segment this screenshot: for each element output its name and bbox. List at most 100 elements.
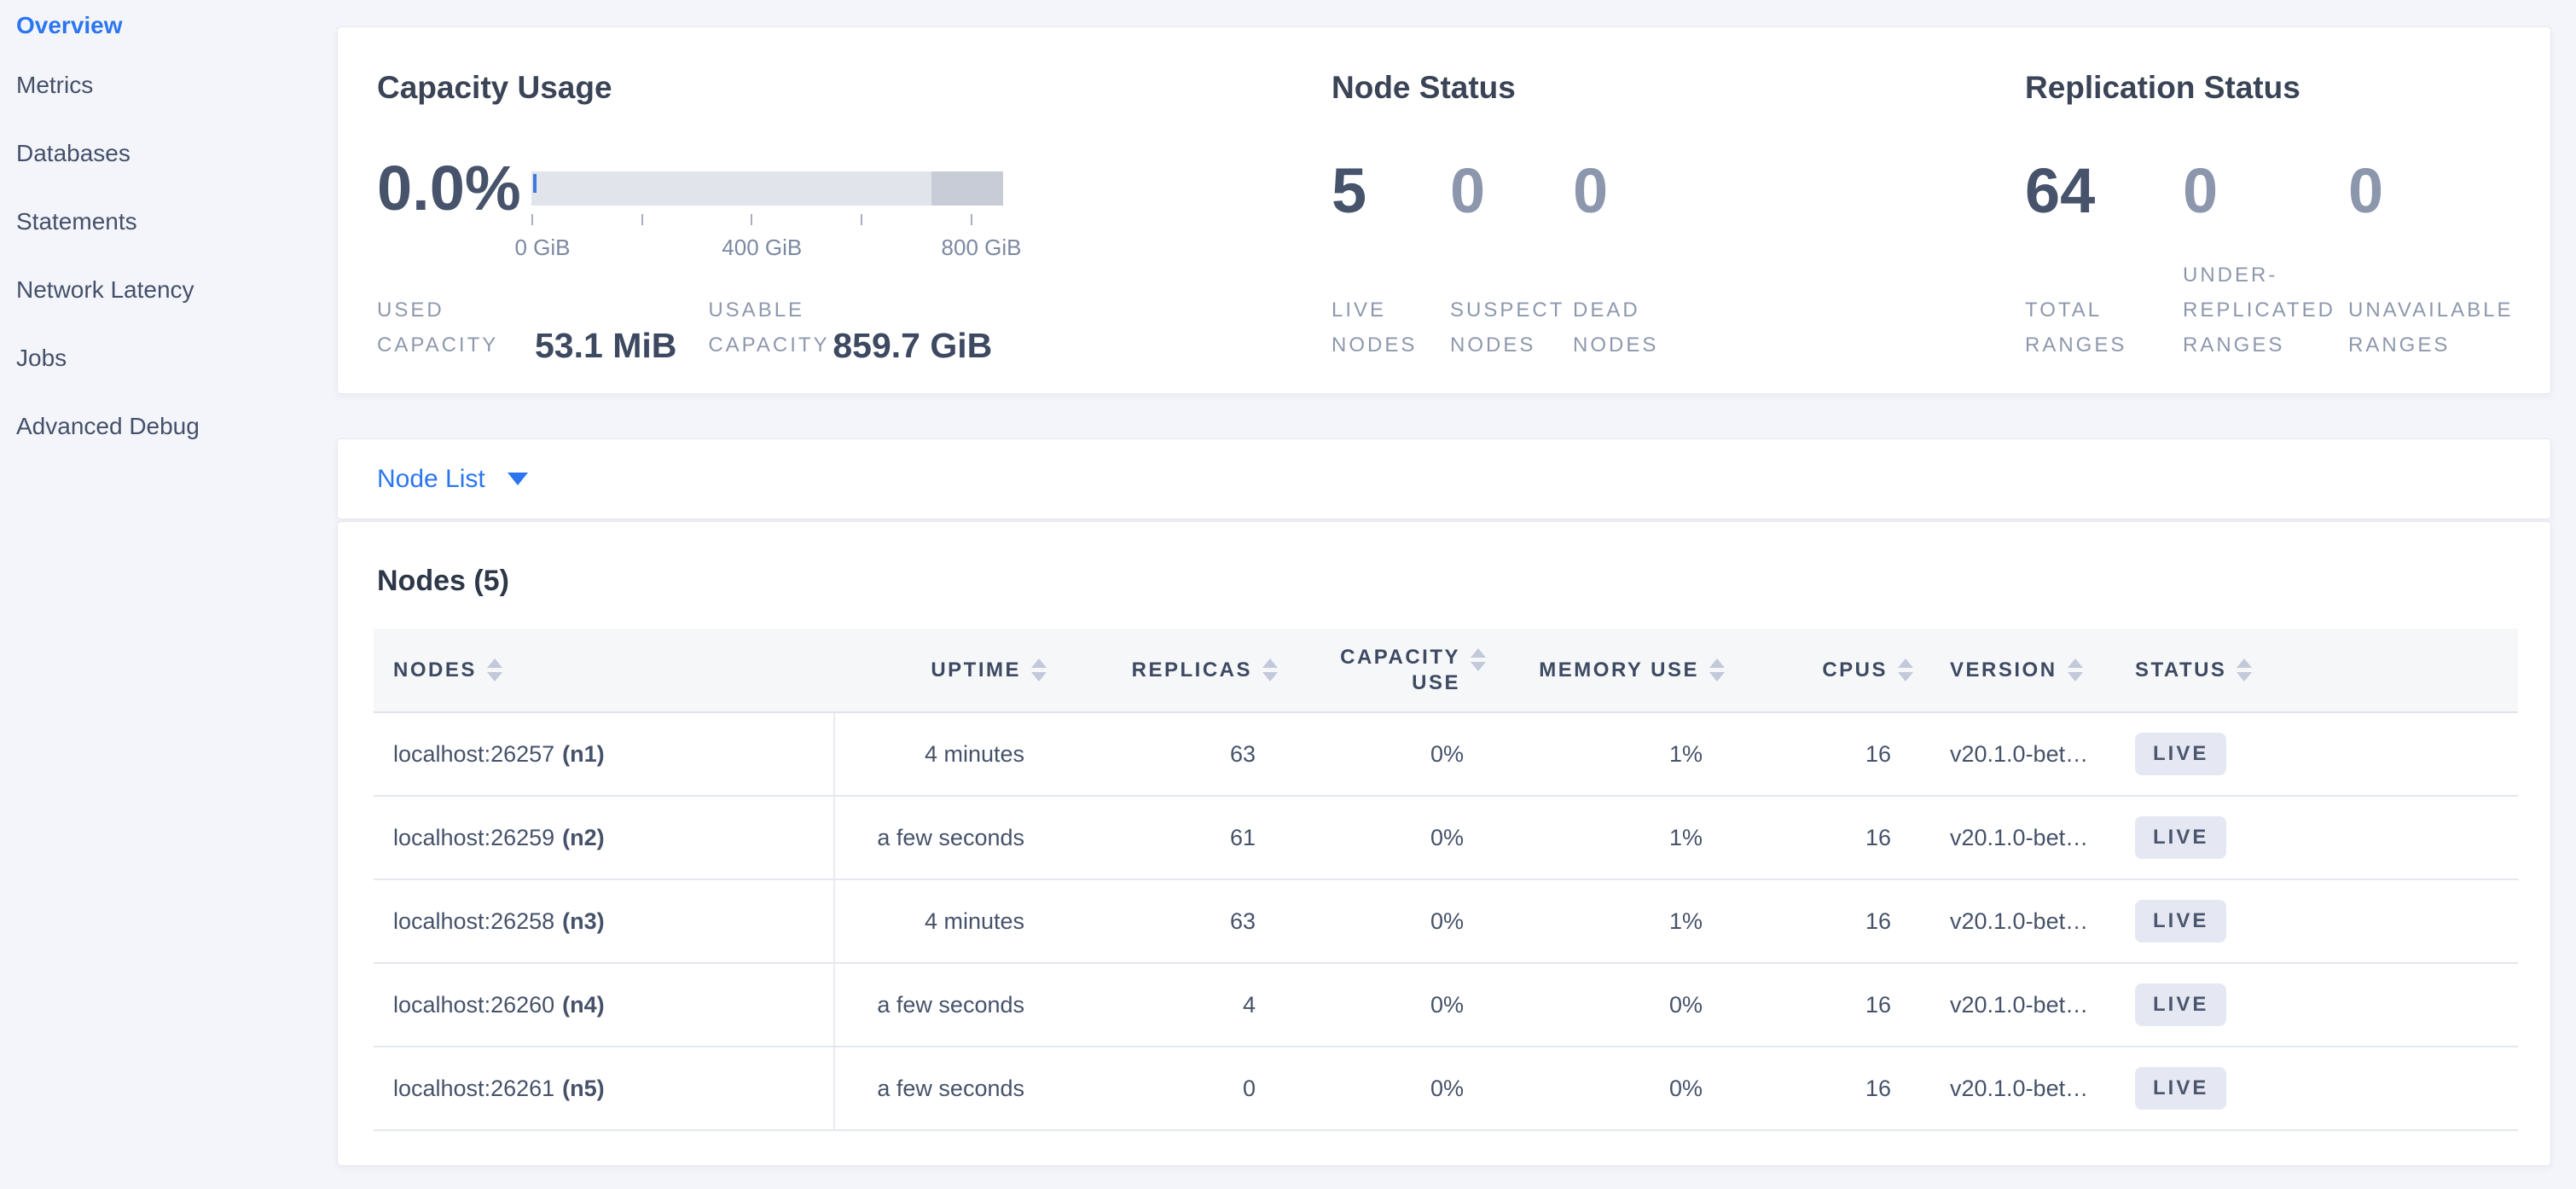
stat-label-line: LIVE (1332, 293, 1450, 328)
table-row: localhost:26259(n2)a few seconds610%1%16… (374, 796, 2518, 879)
capacity-use-cell: 0% (1289, 796, 1511, 879)
sort-icon[interactable] (1898, 658, 1913, 682)
node-status-stat-value: 5 (1332, 160, 1450, 223)
node-status-stat: 0SUSPECTNODES (1450, 160, 1573, 362)
sidebar-item-overview[interactable]: Overview (0, 0, 324, 51)
version-cell: v20.1.0-bet… (1924, 712, 2116, 796)
column-header-cpus[interactable]: CPUS (1741, 629, 1924, 712)
sort-down-icon (1898, 672, 1913, 682)
column-header-replicas[interactable]: REPLICAS (1054, 629, 1289, 712)
cluster-summary-card: Capacity Usage Node Status Replication S… (337, 26, 2551, 394)
capacity-stat-label: USABLECAPACITY (708, 293, 833, 362)
status-cell: LIVE (2116, 712, 2518, 796)
stat-label-line: RANGES (2183, 328, 2348, 362)
column-header-nodes[interactable]: NODES (374, 629, 834, 712)
column-header-capacity-use[interactable]: CAPACITYUSE (1289, 629, 1511, 712)
status-badge: LIVE (2135, 816, 2226, 859)
sidebar-item-databases[interactable]: Databases (0, 119, 324, 188)
node-address-cell[interactable]: localhost:26261(n5) (374, 1047, 834, 1130)
replication-stat: 64TOTALRANGES (2025, 160, 2183, 362)
caret-down-icon[interactable] (508, 473, 528, 485)
memory-use-cell: 0% (1511, 963, 1741, 1047)
column-header-inner: REPLICAS (1054, 658, 1278, 683)
sort-icon[interactable] (487, 658, 502, 682)
stat-label-line: CAPACITY (377, 328, 535, 362)
sidebar-item-network-latency[interactable]: Network Latency (0, 256, 324, 324)
column-header-version[interactable]: VERSION (1924, 629, 2116, 712)
cpus-cell: 16 (1741, 1047, 1924, 1130)
status-cell: LIVE (2116, 879, 2518, 963)
replicas-cell: 4 (1054, 963, 1289, 1047)
column-header-label: MEMORY USE (1539, 658, 1699, 683)
capacity-stat-value: 53.1 MiB (535, 327, 676, 364)
capacity-axis-tick (531, 214, 533, 225)
sort-icon[interactable] (1709, 658, 1725, 682)
replication-stat-value: 0 (2183, 160, 2348, 223)
capacity-use-cell: 0% (1289, 1047, 1511, 1130)
node-address-cell[interactable]: localhost:26260(n4) (374, 963, 834, 1047)
node-status-stat-value: 0 (1573, 160, 1795, 223)
capacity-use-cell: 0% (1289, 712, 1511, 796)
uptime-cell: a few seconds (834, 796, 1054, 879)
cpus-cell: 16 (1741, 879, 1924, 963)
column-header-uptime[interactable]: UPTIME (834, 629, 1054, 712)
capacity-use-cell: 0% (1289, 879, 1511, 963)
sidebar-item-metrics[interactable]: Metrics (0, 51, 324, 119)
replication-status-title: Replication Status (2025, 70, 2300, 106)
column-header-inner: CPUS (1741, 658, 1913, 683)
node-address: localhost:26259 (393, 825, 554, 850)
node-address-cell[interactable]: localhost:26258 (n3) (374, 879, 834, 963)
stat-label-line: USED (377, 293, 535, 328)
stat-label-line: CAPACITY (708, 328, 833, 362)
sort-up-icon (1709, 658, 1725, 668)
column-header-label: CAPACITYUSE (1340, 645, 1460, 696)
node-address: localhost:26258 (393, 908, 554, 934)
sort-up-icon (1031, 658, 1047, 668)
column-header-label-line: USE (1340, 670, 1460, 696)
node-address-cell[interactable]: localhost:26257(n1) (374, 712, 834, 796)
sort-down-icon (2068, 672, 2083, 682)
stat-label-line: NODES (1332, 328, 1450, 362)
memory-use-cell: 1% (1511, 879, 1741, 963)
column-header-status[interactable]: STATUS (2116, 629, 2518, 712)
sort-icon[interactable] (1262, 658, 1278, 682)
capacity-usable-segment (531, 171, 931, 206)
column-header-label-line: NODES (393, 658, 477, 683)
sidebar-item-advanced-debug[interactable]: Advanced Debug (0, 392, 324, 461)
node-status-stats: 5 LIVENODES0SUSPECTNODES0 DEADNODES (1332, 160, 1795, 362)
node-address: localhost:26261 (393, 1076, 554, 1101)
column-header-label: UPTIME (931, 658, 1021, 683)
uptime-cell: a few seconds (834, 1047, 1054, 1130)
node-list-dropdown[interactable]: Node List (377, 465, 485, 494)
node-id: (n3) (562, 908, 605, 934)
column-header-label-line: VERSION (1950, 658, 2057, 683)
sort-icon[interactable] (2068, 658, 2083, 682)
cpus-cell: 16 (1741, 963, 1924, 1047)
column-header-label-line: REPLICAS (1132, 658, 1252, 683)
capacity-stat-label: USEDCAPACITY (377, 293, 535, 362)
node-status-stat-label: DEADNODES (1573, 293, 1795, 362)
replication-stat-value: 0 (2348, 160, 2576, 223)
stat-label-line: RANGES (2025, 328, 2183, 362)
node-address-cell[interactable]: localhost:26259(n2) (374, 796, 834, 879)
version-cell: v20.1.0-bet… (1924, 796, 2116, 879)
status-badge: LIVE (2135, 900, 2226, 942)
cpus-cell: 16 (1741, 796, 1924, 879)
uptime-cell: 4 minutes (834, 712, 1054, 796)
sort-icon[interactable] (1471, 648, 1486, 671)
sidebar-item-statements[interactable]: Statements (0, 188, 324, 256)
sidebar-item-jobs[interactable]: Jobs (0, 324, 324, 392)
column-header-inner: VERSION (1950, 658, 2116, 683)
capacity-axis-tick (641, 214, 643, 225)
sort-icon[interactable] (2237, 658, 2252, 682)
sort-up-icon (2068, 658, 2083, 668)
replicas-cell: 63 (1054, 712, 1289, 796)
column-header-memory-use[interactable]: MEMORY USE (1511, 629, 1741, 712)
capacity-axis-tick (971, 214, 972, 225)
sort-icon[interactable] (1031, 658, 1047, 682)
nodes-table: NODES UPTIME REPLICAS CAPACITYUSE MEMORY USE… (374, 629, 2518, 1131)
capacity-axis: 0 GiB400 GiB800 GiB (531, 214, 1003, 274)
sort-up-icon (487, 658, 502, 668)
stat-label-line: RANGES (2348, 328, 2576, 362)
memory-use-cell: 1% (1511, 712, 1741, 796)
